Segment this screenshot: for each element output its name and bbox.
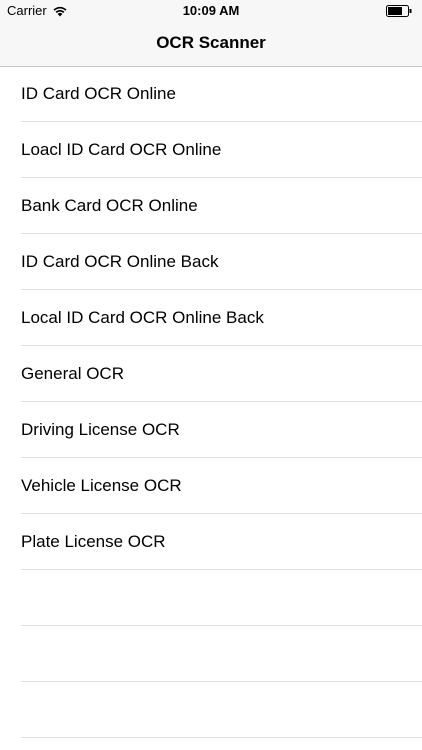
list-item-label: General OCR [21,364,124,383]
list-item[interactable]: Bank Card OCR Online [0,178,422,234]
list-item-label: ID Card OCR Online Back [21,252,219,271]
empty-row [0,626,422,682]
list-item-label: Bank Card OCR Online [21,196,198,215]
list-item[interactable]: Driving License OCR [0,402,422,458]
list-item[interactable]: ID Card OCR Online [0,66,422,122]
list-item-label: Driving License OCR [21,420,180,439]
list-item[interactable]: ID Card OCR Online Back [0,234,422,290]
list-item[interactable]: Loacl ID Card OCR Online [0,122,422,178]
empty-row [0,682,422,738]
top-bar: Carrier 10:09 AM OCR Scanner [0,0,422,67]
empty-row [0,570,422,626]
row-separator [21,737,422,738]
battery-icon [386,5,412,17]
list-item[interactable]: Vehicle License OCR [0,458,422,514]
list-item[interactable]: General OCR [0,346,422,402]
list-item-label: Vehicle License OCR [21,476,182,495]
list-item[interactable]: Local ID Card OCR Online Back [0,290,422,346]
list-item-label: Plate License OCR [21,532,166,551]
screen: Carrier 10:09 AM OCR Scanner ID Card OCR… [0,0,422,750]
ocr-option-list: ID Card OCR Online Loacl ID Card OCR Onli… [0,66,422,738]
status-time: 10:09 AM [182,3,240,18]
list-item-label: ID Card OCR Online [21,84,176,103]
list-item-label: Loacl ID Card OCR Online [21,140,222,159]
status-bar: Carrier 10:09 AM [0,0,422,22]
list-item-label: Local ID Card OCR Online Back [21,308,264,327]
page-title: OCR Scanner [156,33,266,52]
list-item[interactable]: Plate License OCR [0,514,422,570]
